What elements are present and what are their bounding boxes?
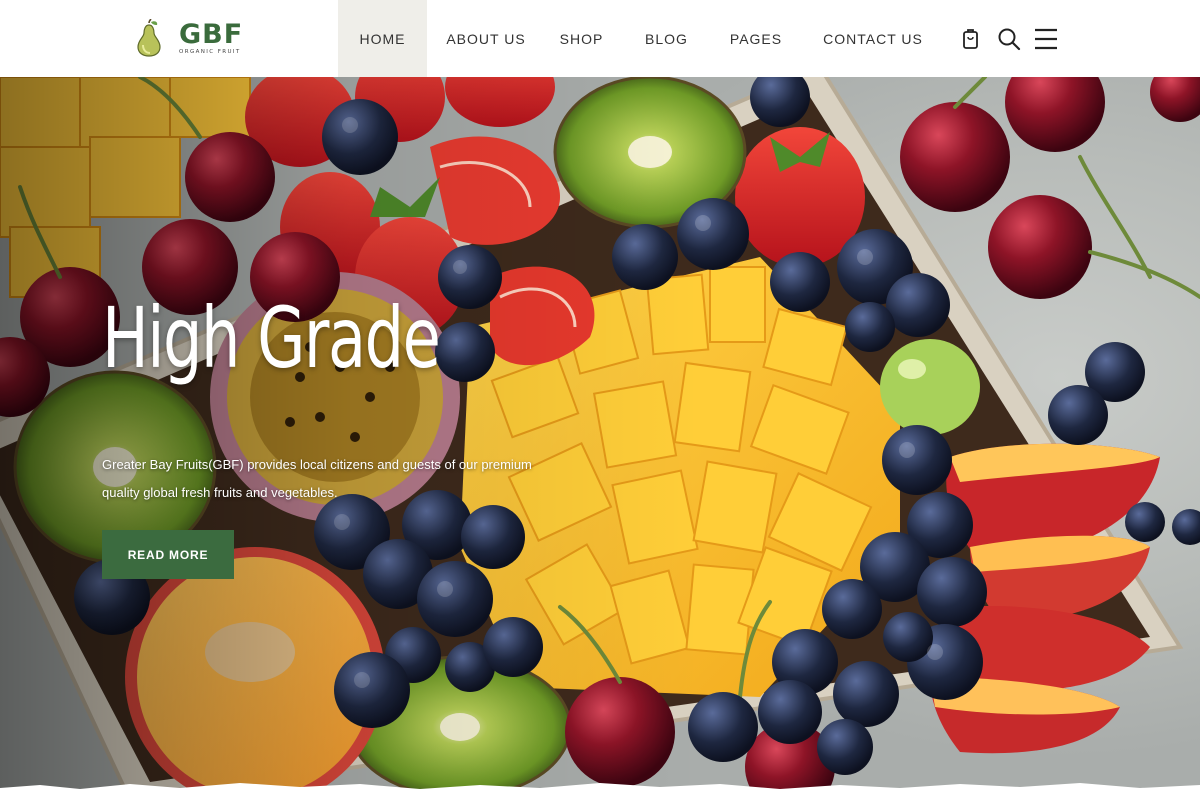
hero-description: Greater Bay Fruits(GBF) provides local c…: [102, 457, 532, 500]
search-icon[interactable]: [996, 26, 1022, 52]
nav-item-pages[interactable]: PAGES: [715, 0, 797, 77]
main-nav: HOME ABOUT US SHOP BLOG PAGES CONTACT US: [338, 0, 949, 77]
nav-item-contact-us[interactable]: CONTACT US: [797, 0, 949, 77]
brand-tagline: ORGANIC FRUIT: [179, 48, 241, 55]
nav-item-about-us[interactable]: ABOUT US: [427, 0, 545, 77]
hero-banner: High Grade Greater Bay Fruits(GBF) provi…: [0, 77, 1200, 800]
pear-icon: [133, 18, 165, 57]
fruit-platter-image: [0, 77, 1200, 800]
brand-logo[interactable]: GBF ORGANIC FRUIT: [133, 18, 243, 58]
nav-item-shop[interactable]: SHOP: [545, 0, 618, 77]
shopping-bag-icon[interactable]: [958, 26, 984, 52]
hero-title: High Grade: [102, 289, 441, 387]
torn-paper-edge: [0, 783, 1200, 800]
hamburger-menu-icon[interactable]: [1033, 26, 1059, 52]
site-header: GBF ORGANIC FRUIT HOME ABOUT US SHOP BLO…: [0, 0, 1200, 77]
nav-item-home[interactable]: HOME: [338, 0, 427, 77]
brand-name: GBF: [179, 18, 244, 50]
read-more-button[interactable]: READ MORE: [102, 530, 234, 579]
nav-item-blog[interactable]: BLOG: [618, 0, 715, 77]
